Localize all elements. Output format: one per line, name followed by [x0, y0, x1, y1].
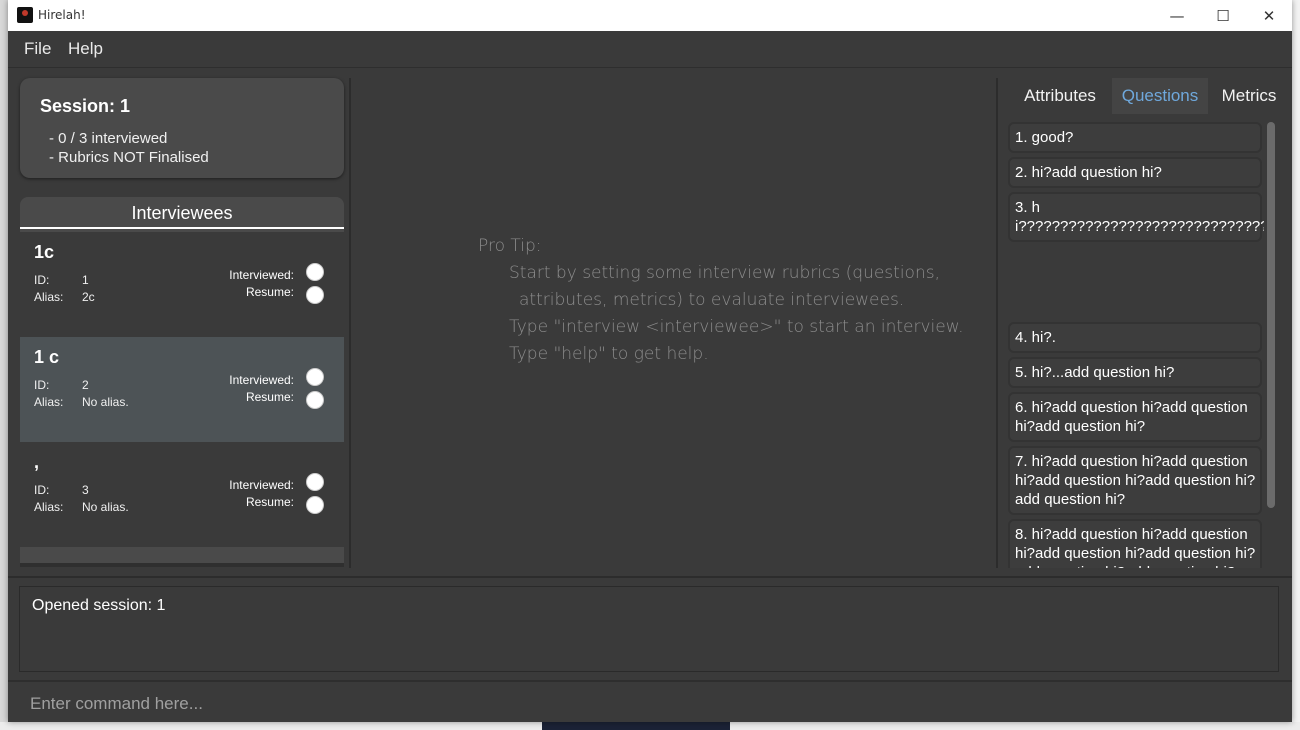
resume-label: Resume: [245, 285, 294, 299]
question-item[interactable]: 5. hi?...add question hi? [1008, 357, 1262, 388]
interviewee-id-label: ID: [34, 273, 50, 287]
resume-indicator [306, 391, 324, 409]
question-item[interactable]: 1. good? [1008, 122, 1262, 153]
main-content: Pro Tip: Start by setting some interview… [351, 78, 998, 568]
command-bar [8, 680, 1292, 722]
tip-line-1: Start by setting some interview rubrics … [509, 263, 940, 283]
interviewee-horizontal-scrollbar[interactable] [20, 563, 344, 567]
result-splitter[interactable] [8, 576, 1292, 578]
command-input[interactable] [28, 690, 1272, 718]
interviewees-divider [20, 227, 344, 229]
result-display: Opened session: 1 [19, 586, 1279, 672]
session-title: Session: 1 [40, 96, 131, 116]
rubrics-panel: Attributes Questions Metrics 1. good? 2.… [1000, 78, 1280, 568]
menu-help[interactable]: Help [68, 39, 103, 59]
tab-attributes[interactable]: Attributes [1012, 78, 1108, 114]
question-item[interactable]: 2. hi?add question hi? [1008, 157, 1262, 188]
resume-indicator [306, 496, 324, 514]
close-button[interactable]: ✕ [1246, 0, 1292, 31]
resume-label: Resume: [245, 495, 294, 509]
question-scrollbar-thumb[interactable] [1267, 122, 1275, 508]
interviewees-panel: Interviewees 1c ID: 1 Alias: 2c Intervie… [20, 197, 344, 567]
interviewed-indicator [306, 368, 324, 386]
menu-bar: File Help [8, 31, 1292, 68]
resume-label: Resume: [245, 390, 294, 404]
interviewee-id: 2 [82, 378, 89, 392]
interviewee-id-label: ID: [34, 483, 50, 497]
window-title: Hirelah! [38, 8, 86, 22]
desktop-background-left [0, 0, 8, 730]
title-bar[interactable]: Hirelah! — ☐ ✕ [8, 0, 1292, 31]
tab-questions[interactable]: Questions [1112, 78, 1208, 114]
interviewee-card[interactable]: , ID: 3 Alias: No alias. Interviewed: Re… [20, 442, 344, 547]
question-item[interactable]: 8. hi?add question hi?add question hi?ad… [1008, 519, 1262, 568]
session-rubrics-status: - Rubrics NOT Finalised [49, 149, 209, 166]
result-message: Opened session: 1 [32, 597, 166, 614]
interviewee-card-selected[interactable]: 1 c ID: 2 Alias: No alias. Interviewed: … [20, 337, 344, 442]
tip-line-2: attributes, metrics) to evaluate intervi… [519, 290, 905, 310]
session-interviewed-count: - 0 / 3 interviewed [49, 130, 168, 147]
question-scrollbar[interactable] [1266, 120, 1276, 568]
question-item[interactable]: 3. hi???????????????????????????????????… [1008, 192, 1264, 242]
tip-title: Pro Tip: [478, 236, 542, 256]
interviewee-name: 1c [34, 242, 55, 262]
interviewee-alias: No alias. [82, 500, 129, 514]
tip-line-3: Type "interview <interviewee>" to start … [509, 317, 964, 337]
interviewee-id-label: ID: [34, 378, 50, 392]
interviewed-label: Interviewed: [229, 478, 294, 492]
app-logo-icon [17, 7, 33, 23]
interviewee-id: 3 [82, 483, 89, 497]
right-splitter[interactable] [996, 78, 998, 568]
interviewed-indicator [306, 263, 324, 281]
interviewee-name: , [34, 452, 40, 472]
interviewee-alias-label: Alias: [34, 290, 64, 304]
tip-line-4: Type "help" to get help. [509, 344, 709, 364]
interviewed-label: Interviewed: [229, 373, 294, 387]
rubric-tabs: Attributes Questions Metrics [1008, 78, 1280, 114]
session-card: Session: 1 - 0 / 3 interviewed - Rubrics… [20, 78, 344, 178]
desktop-taskbar-fragment [542, 722, 730, 730]
interviewees-header: Interviewees [131, 203, 233, 223]
interviewee-name: 1 c [34, 347, 60, 367]
question-item[interactable]: 6. hi?add question hi?add question hi?ad… [1008, 392, 1262, 442]
question-item[interactable]: 7. hi?add question hi?add question hi?ad… [1008, 446, 1262, 515]
menu-file[interactable]: File [24, 39, 51, 59]
app-window: Hirelah! — ☐ ✕ File Help Session: 1 - 0 … [8, 0, 1292, 722]
interviewed-label: Interviewed: [229, 268, 294, 282]
question-list[interactable]: 1. good? 2. hi?add question hi? 3. hi???… [1008, 120, 1264, 568]
interviewed-indicator [306, 473, 324, 491]
minimize-button[interactable]: — [1154, 0, 1200, 31]
resume-indicator [306, 286, 324, 304]
left-panel: Session: 1 - 0 / 3 interviewed - Rubrics… [16, 70, 349, 570]
interviewee-alias: 2c [82, 290, 95, 304]
interviewee-id: 1 [82, 273, 89, 287]
maximize-button[interactable]: ☐ [1200, 0, 1246, 31]
tab-metrics[interactable]: Metrics [1210, 78, 1288, 114]
interviewee-card[interactable]: 1c ID: 1 Alias: 2c Interviewed: Resume: [20, 232, 344, 337]
question-item[interactable]: 4. hi?. [1008, 322, 1262, 353]
interviewee-alias-label: Alias: [34, 500, 64, 514]
interviewee-alias-label: Alias: [34, 395, 64, 409]
interviewee-list[interactable]: 1c ID: 1 Alias: 2c Interviewed: Resume: … [20, 232, 344, 547]
desktop-background-right [1292, 0, 1300, 730]
interviewee-alias: No alias. [82, 395, 129, 409]
